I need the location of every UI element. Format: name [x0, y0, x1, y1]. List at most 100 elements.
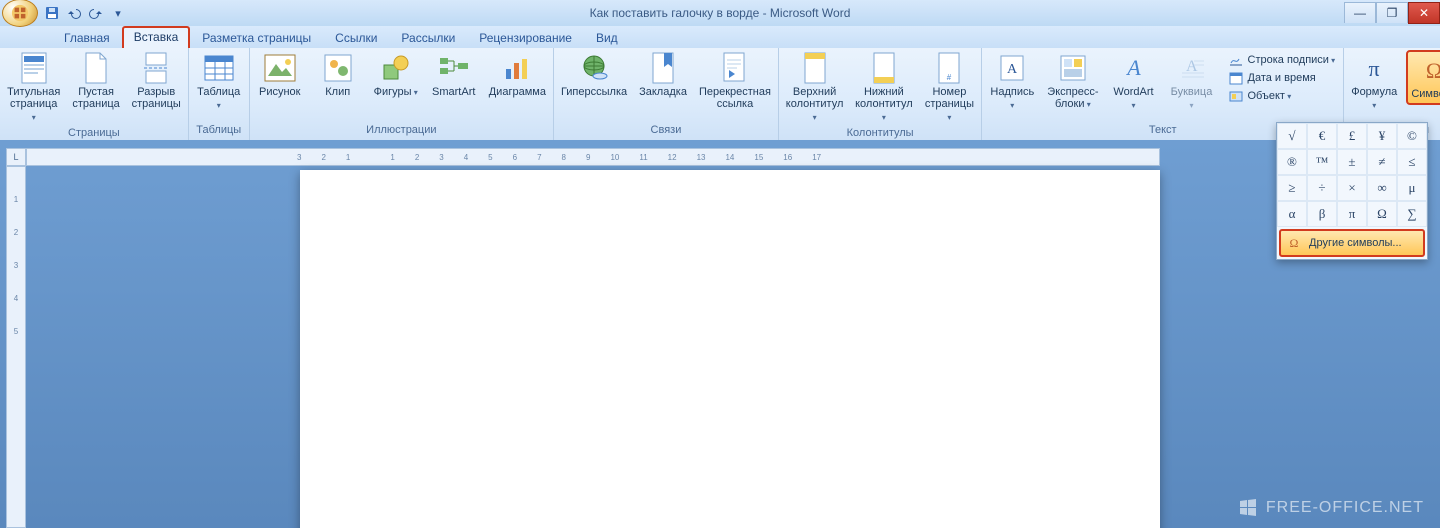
quickparts-button[interactable]: Экспресс-блоки	[1044, 50, 1101, 113]
svg-text:A: A	[1007, 62, 1018, 77]
symbol-cell[interactable]: β	[1307, 201, 1337, 227]
minimize-button[interactable]: —	[1344, 2, 1376, 23]
signature-icon	[1228, 52, 1244, 68]
svg-text:Ω: Ω	[1290, 236, 1299, 249]
symbol-cell[interactable]: ≠	[1367, 149, 1397, 175]
symbol-cell[interactable]: Ω	[1367, 201, 1397, 227]
picture-button[interactable]: Рисунок	[254, 50, 306, 100]
office-button[interactable]	[2, 0, 38, 27]
hyperlink-icon	[578, 52, 610, 84]
symbol-cell[interactable]: √	[1277, 123, 1307, 149]
crossref-button[interactable]: Перекрестная ссылка	[696, 50, 774, 112]
omega-icon: Ω	[1287, 235, 1303, 251]
symbol-cell[interactable]: ¥	[1367, 123, 1397, 149]
tab-review[interactable]: Рецензирование	[467, 28, 584, 48]
tab-layout[interactable]: Разметка страницы	[190, 28, 323, 48]
document-area: L 3211234567891011121314151617 12345	[0, 140, 1440, 528]
shapes-icon	[380, 52, 412, 84]
hyperlink-button[interactable]: Гиперссылка	[558, 50, 630, 100]
svg-text:A: A	[1125, 55, 1141, 80]
symbol-cell[interactable]: ±	[1337, 149, 1367, 175]
group-label-tables: Таблицы	[193, 123, 245, 138]
tab-insert[interactable]: Вставка	[122, 26, 191, 48]
symbol-cell[interactable]: ™	[1307, 149, 1337, 175]
dropcap-icon: A	[1176, 52, 1208, 84]
blank-page-button[interactable]: Пустая страница	[69, 50, 122, 112]
window-controls: — ❐ ✕	[1344, 2, 1440, 24]
page-break-button[interactable]: Разрыв страницы	[129, 50, 184, 112]
tab-home[interactable]: Главная	[52, 28, 122, 48]
header-icon	[799, 52, 831, 84]
redo-icon[interactable]	[88, 5, 104, 21]
symbol-cell[interactable]: ©	[1397, 123, 1427, 149]
maximize-button[interactable]: ❐	[1376, 2, 1408, 23]
chart-icon	[501, 52, 533, 84]
clip-button[interactable]: Клип	[312, 50, 364, 100]
ribbon-tabs: Главная Вставка Разметка страницы Ссылки…	[0, 26, 1440, 48]
qat-more-icon[interactable]: ▾	[110, 5, 126, 21]
horizontal-ruler[interactable]: 3211234567891011121314151617	[26, 148, 1160, 166]
picture-icon	[264, 52, 296, 84]
quickparts-icon	[1057, 52, 1089, 84]
symbol-cell[interactable]: ∞	[1367, 175, 1397, 201]
symbol-cell[interactable]: μ	[1397, 175, 1427, 201]
header-button[interactable]: Верхний колонтитул	[783, 50, 846, 126]
textbox-icon: A	[996, 52, 1028, 84]
cover-page-icon	[18, 52, 50, 84]
tab-view[interactable]: Вид	[584, 28, 630, 48]
symbol-cell[interactable]: £	[1337, 123, 1367, 149]
shapes-button[interactable]: Фигуры	[370, 50, 422, 101]
blank-page-icon	[80, 52, 112, 84]
symbol-cell[interactable]: ÷	[1307, 175, 1337, 201]
pagenum-button[interactable]: #Номер страницы	[922, 50, 978, 126]
symbol-cell[interactable]: ≤	[1397, 149, 1427, 175]
textbox-button[interactable]: AНадпись	[986, 50, 1038, 114]
object-button[interactable]: Объект	[1224, 88, 1340, 104]
group-links: Гиперссылка Закладка Перекрестная ссылка…	[554, 48, 779, 140]
cover-page-button[interactable]: Титульная страница	[4, 50, 63, 126]
symbol-cell[interactable]: €	[1307, 123, 1337, 149]
save-icon[interactable]	[44, 5, 60, 21]
group-label-illustrations: Иллюстрации	[254, 123, 549, 138]
datetime-icon	[1228, 70, 1244, 86]
group-label-headers: Колонтитулы	[783, 126, 977, 141]
svg-text:#: #	[947, 73, 952, 82]
tab-refs[interactable]: Ссылки	[323, 28, 389, 48]
object-icon	[1228, 88, 1244, 104]
symbol-cell[interactable]: α	[1277, 201, 1307, 227]
more-symbols-button[interactable]: Ω Другие символы...	[1279, 229, 1425, 257]
datetime-button[interactable]: Дата и время	[1224, 70, 1340, 86]
chart-button[interactable]: Диаграмма	[486, 50, 549, 100]
bookmark-button[interactable]: Закладка	[636, 50, 690, 100]
table-button[interactable]: Таблица	[193, 50, 245, 114]
symbol-button[interactable]: ΩСимвол	[1406, 50, 1440, 105]
document-page[interactable]	[300, 170, 1160, 528]
symbol-cell[interactable]: ×	[1337, 175, 1367, 201]
equation-icon: π	[1358, 52, 1390, 84]
close-button[interactable]: ✕	[1408, 2, 1440, 24]
vertical-ruler[interactable]: 12345	[6, 166, 26, 528]
bookmark-icon	[647, 52, 679, 84]
window-title: Как поставить галочку в ворде - Microsof…	[0, 6, 1440, 20]
symbol-dropdown: √€£¥©®™±≠≤≥÷×∞μαβπΩ∑ Ω Другие символы...	[1276, 122, 1428, 260]
symbol-cell[interactable]: π	[1337, 201, 1367, 227]
page-break-icon	[140, 52, 172, 84]
footer-button[interactable]: Нижний колонтитул	[852, 50, 915, 126]
dropcap-button[interactable]: AБуквица	[1166, 50, 1218, 114]
ruler-corner[interactable]: L	[6, 148, 26, 166]
symbol-cell[interactable]: ∑	[1397, 201, 1427, 227]
svg-text:π: π	[1369, 56, 1380, 81]
smartart-button[interactable]: SmartArt	[428, 50, 480, 100]
symbol-cell[interactable]: ≥	[1277, 175, 1307, 201]
wordart-button[interactable]: AWordArt	[1108, 50, 1160, 114]
undo-icon[interactable]	[66, 5, 82, 21]
tab-mail[interactable]: Рассылки	[389, 28, 467, 48]
ribbon: Титульная страница Пустая страница Разры…	[0, 48, 1440, 141]
equation-button[interactable]: πФормула	[1348, 50, 1400, 114]
footer-icon	[868, 52, 900, 84]
signature-line-button[interactable]: Строка подписи	[1224, 52, 1340, 68]
symbol-cell[interactable]: ®	[1277, 149, 1307, 175]
title-bar: ▾ Как поставить галочку в ворде - Micros…	[0, 0, 1440, 26]
group-label-pages: Страницы	[4, 126, 184, 141]
group-label-links: Связи	[558, 123, 774, 138]
